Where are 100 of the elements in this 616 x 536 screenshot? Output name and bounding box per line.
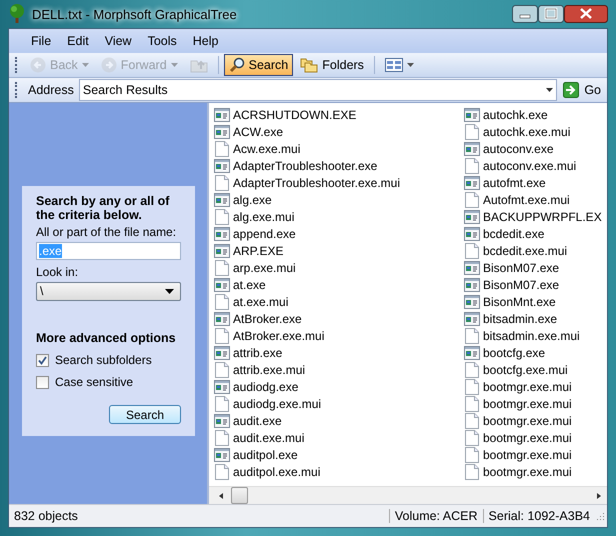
caret-icon bbox=[170, 63, 178, 67]
search-button[interactable]: Search bbox=[224, 54, 294, 76]
program-icon bbox=[464, 294, 480, 308]
folders-icon bbox=[300, 57, 318, 73]
document-icon bbox=[464, 328, 478, 344]
file-name[interactable]: AdapterTroubleshooter.exe bbox=[233, 158, 378, 172]
program-icon bbox=[214, 312, 230, 326]
document-icon bbox=[214, 294, 228, 310]
file-name[interactable]: at.exe.mui bbox=[233, 294, 288, 308]
file-name[interactable]: bootmgr.exe.mui bbox=[483, 396, 572, 410]
file-name[interactable]: audit.exe bbox=[233, 414, 282, 428]
file-name[interactable]: autoconv.exe.mui bbox=[483, 158, 576, 172]
address-label: Address bbox=[27, 83, 75, 97]
file-name[interactable]: AdapterTroubleshooter.exe.mui bbox=[233, 176, 400, 190]
document-icon bbox=[214, 464, 228, 480]
file-name[interactable]: alg.exe bbox=[233, 192, 272, 206]
file-name[interactable]: bootcfg.exe.mui bbox=[483, 362, 568, 376]
menu-item[interactable]: File bbox=[23, 32, 60, 50]
file-name[interactable]: BisonM07.exe bbox=[483, 278, 560, 292]
file-name[interactable]: bootcfg.exe bbox=[483, 346, 546, 360]
file-name[interactable]: Acw.exe.mui bbox=[233, 142, 300, 156]
file-name[interactable]: autochk.exe bbox=[483, 108, 548, 122]
file-name[interactable]: auditpol.exe bbox=[233, 448, 298, 462]
advanced-options-heading: More advanced options bbox=[36, 331, 177, 346]
address-field[interactable]: Search Results bbox=[78, 79, 558, 101]
file-name[interactable]: AtBroker.exe.mui bbox=[233, 328, 324, 342]
views-icon bbox=[384, 58, 403, 72]
file-name[interactable]: alg.exe.mui bbox=[233, 210, 294, 224]
file-name[interactable]: auditpol.exe.mui bbox=[233, 464, 320, 478]
program-icon bbox=[214, 414, 230, 428]
program-icon bbox=[464, 312, 480, 326]
document-icon bbox=[464, 396, 478, 412]
file-name[interactable]: bootmgr.exe.mui bbox=[483, 430, 572, 444]
program-icon bbox=[214, 192, 230, 206]
program-icon bbox=[464, 142, 480, 156]
checkbox-label: Case sensitive bbox=[55, 375, 134, 390]
menu-item[interactable]: Tools bbox=[140, 32, 185, 50]
file-name[interactable]: BisonMnt.exe bbox=[483, 294, 556, 308]
document-icon bbox=[214, 260, 228, 276]
file-name[interactable]: at.exe bbox=[233, 278, 266, 292]
document-icon bbox=[464, 412, 478, 428]
program-icon bbox=[214, 158, 230, 172]
program-icon bbox=[214, 226, 230, 240]
file-name[interactable]: BACKUPPWRPFL.EX bbox=[483, 210, 602, 224]
program-icon bbox=[464, 210, 480, 224]
menu-item[interactable]: Edit bbox=[59, 32, 97, 50]
file-name[interactable]: bitsadmin.exe.mui bbox=[483, 328, 580, 342]
program-icon bbox=[214, 278, 230, 292]
go-button[interactable]: Go bbox=[557, 79, 607, 101]
file-name[interactable]: ACRSHUTDOWN.EXE bbox=[233, 108, 356, 122]
document-icon bbox=[464, 158, 478, 174]
file-name[interactable]: attrib.exe bbox=[233, 346, 282, 360]
program-icon bbox=[464, 346, 480, 360]
program-icon bbox=[214, 124, 230, 138]
file-name[interactable]: audit.exe.mui bbox=[233, 430, 304, 444]
tree-icon bbox=[8, 4, 26, 24]
resize-grip-icon[interactable] bbox=[595, 511, 605, 521]
document-icon bbox=[464, 464, 478, 480]
look-in-dropdown[interactable]: \ bbox=[36, 282, 181, 302]
file-name[interactable]: autoconv.exe bbox=[483, 142, 554, 156]
file-name[interactable]: autofmt.exe bbox=[483, 176, 546, 190]
file-name[interactable]: bootmgr.exe.mui bbox=[483, 414, 572, 428]
file-name[interactable]: append.exe bbox=[233, 226, 296, 240]
program-icon bbox=[464, 278, 480, 292]
file-name[interactable]: bootmgr.exe.mui bbox=[483, 464, 572, 478]
file-name[interactable]: BisonM07.exe bbox=[483, 260, 560, 274]
minimize-button[interactable] bbox=[512, 5, 538, 23]
checkbox[interactable] bbox=[36, 354, 49, 367]
file-name[interactable]: bitsadmin.exe bbox=[483, 312, 558, 326]
document-icon bbox=[464, 378, 478, 394]
file-name[interactable]: autochk.exe.mui bbox=[483, 124, 570, 138]
program-icon bbox=[464, 226, 480, 240]
menu-item[interactable]: View bbox=[96, 32, 140, 50]
file-name[interactable]: bcdedit.exe bbox=[483, 226, 544, 240]
scrollbar-thumb[interactable] bbox=[231, 487, 248, 504]
document-icon bbox=[464, 362, 478, 378]
checkbox-label: Search subfolders bbox=[55, 353, 152, 368]
file-name[interactable]: Autofmt.exe.mui bbox=[483, 192, 570, 206]
file-name[interactable]: audiodg.exe bbox=[233, 380, 298, 394]
menu-item[interactable]: Help bbox=[184, 32, 226, 50]
search-button[interactable]: Search bbox=[109, 405, 181, 424]
checkbox[interactable] bbox=[36, 376, 49, 389]
folders-button[interactable]: Folders bbox=[295, 54, 369, 76]
program-icon bbox=[214, 380, 230, 394]
file-name[interactable]: arp.exe.mui bbox=[233, 260, 296, 274]
document-icon bbox=[214, 140, 228, 156]
file-name[interactable]: ACW.exe bbox=[233, 124, 284, 138]
file-name-label: All or part of the file name: bbox=[36, 225, 178, 239]
file-name[interactable]: bootmgr.exe.mui bbox=[483, 380, 572, 394]
document-icon bbox=[214, 396, 228, 412]
dropdown-arrow-icon[interactable] bbox=[546, 88, 553, 92]
file-name[interactable]: bootmgr.exe.mui bbox=[483, 448, 572, 462]
file-name[interactable]: audiodg.exe.mui bbox=[233, 396, 322, 410]
file-name[interactable]: ARP.EXE bbox=[233, 244, 284, 258]
close-button[interactable] bbox=[564, 5, 608, 23]
file-name[interactable]: attrib.exe.mui bbox=[233, 362, 306, 376]
document-icon bbox=[464, 192, 478, 208]
file-name[interactable]: bcdedit.exe.mui bbox=[483, 244, 568, 258]
file-name[interactable]: AtBroker.exe bbox=[233, 312, 302, 326]
maximize-button[interactable] bbox=[538, 5, 564, 23]
